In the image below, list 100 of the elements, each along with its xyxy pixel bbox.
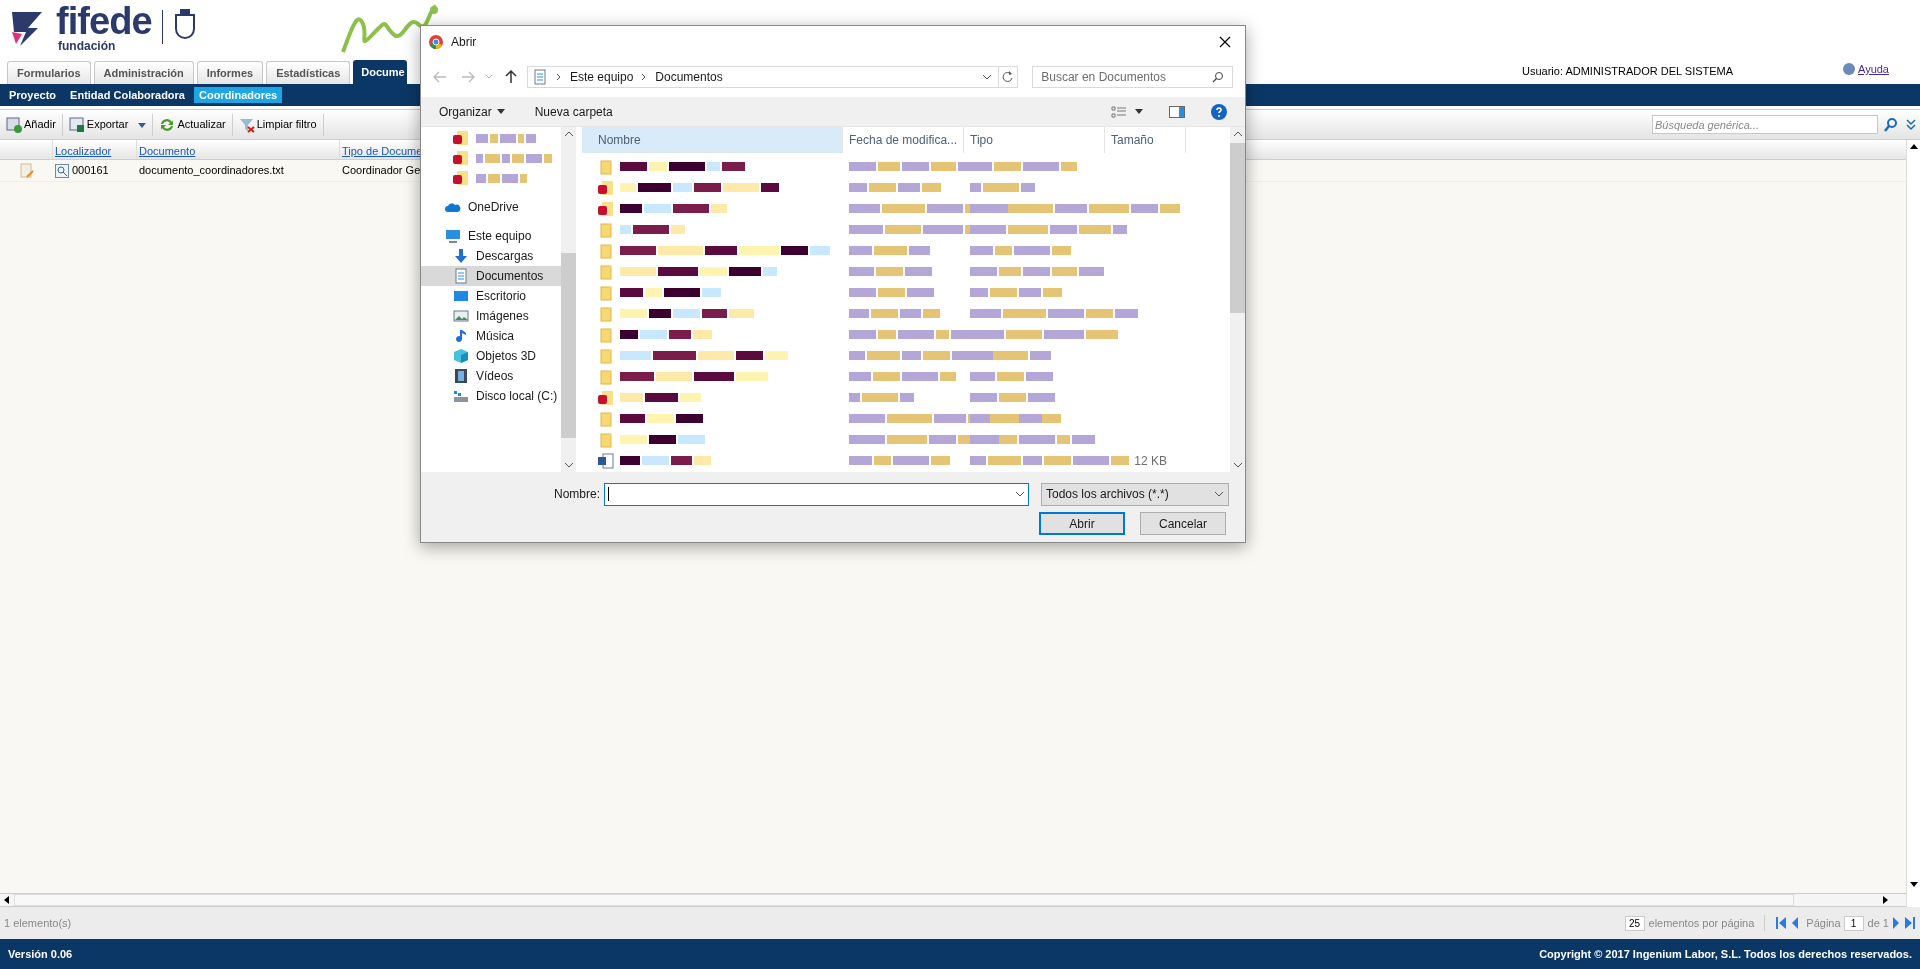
dialog-title: Abrir: [451, 33, 477, 51]
nav-tab[interactable]: Formularios: [7, 61, 91, 84]
view-options-icon[interactable]: [1111, 105, 1127, 118]
search-placeholder: Buscar en Documentos: [1041, 69, 1167, 86]
previous-page-icon[interactable]: [1790, 916, 1801, 930]
folder-icon: [598, 347, 614, 364]
obscured-text: [620, 225, 686, 234]
organize-button[interactable]: Organizar: [439, 102, 505, 121]
folder-icon: [598, 305, 614, 322]
caret-icon: [138, 120, 147, 129]
add-grid-icon: [6, 116, 22, 133]
folder-icon: [598, 263, 614, 280]
nav-tab[interactable]: Administración: [93, 61, 194, 84]
pdf-file-icon: [598, 389, 614, 406]
view-icon[interactable]: [55, 163, 69, 178]
new-folder-button[interactable]: Nueva carpeta: [534, 102, 613, 121]
film-icon: [453, 368, 469, 384]
pdf-file-icon: [598, 200, 614, 217]
caret-icon[interactable]: [1135, 109, 1143, 114]
toolbar-button[interactable]: Exportar: [66, 116, 149, 133]
nav-item[interactable]: Música: [421, 326, 561, 346]
nav-item[interactable]: Objetos 3D: [421, 346, 561, 366]
help-link[interactable]: Ayuda: [1858, 61, 1889, 78]
folder-icon: [598, 242, 614, 259]
scrollbar-thumb[interactable]: [1230, 143, 1245, 313]
close-icon[interactable]: [1219, 35, 1231, 48]
toolbar-button[interactable]: Actualizar: [157, 116, 228, 133]
nav-tab[interactable]: Informes: [196, 61, 264, 84]
nav-item[interactable]: Imágenes: [421, 306, 561, 326]
nav-item[interactable]: Escritorio: [421, 286, 561, 306]
table-cell-text: 000161: [72, 163, 109, 179]
music-note-icon: [453, 328, 469, 344]
browser-logo-icon: [429, 34, 443, 49]
address-bar[interactable]: Este equipo Documentos: [526, 66, 1019, 88]
open-button[interactable]: Abrir: [1039, 512, 1125, 535]
file-name-field[interactable]: [604, 482, 1029, 506]
column-header[interactable]: Documento: [137, 140, 340, 159]
copyright-text: Copyright © 2017 Ingenium Labor, S.L. Todos los derechos reservados.: [1539, 946, 1912, 962]
item-count: 1 elemento(s): [4, 915, 72, 931]
nav-tab[interactable]: Estadísticas: [266, 61, 351, 84]
folder-icon: [598, 158, 614, 175]
page-label: Página: [1806, 915, 1841, 931]
chevron-down-icon: [1214, 491, 1224, 497]
expand-icon[interactable]: [1906, 118, 1916, 131]
column-header[interactable]: Tipo: [964, 127, 1105, 153]
column-header[interactable]: Nombre: [582, 127, 843, 153]
breadcrumb-item[interactable]: Este equipo: [569, 68, 634, 86]
chevron-down-icon: [1015, 491, 1025, 497]
search-icon[interactable]: [1884, 117, 1898, 132]
version-text: Versión 0.06: [8, 946, 73, 962]
next-page-icon[interactable]: [1891, 916, 1901, 930]
nav-item[interactable]: Vídeos: [421, 366, 561, 386]
first-page-icon[interactable]: [1775, 916, 1788, 930]
breadcrumb-item[interactable]: Documentos: [655, 68, 723, 86]
file-size: 12 KB: [1134, 453, 1167, 468]
search-field[interactable]: Búsqueda genérica...: [1652, 115, 1878, 134]
nav-item[interactable]: Descargas: [421, 246, 561, 266]
preview-pane-icon[interactable]: [1169, 105, 1185, 118]
toolbar-button[interactable]: Limpiar filtro: [236, 116, 319, 133]
file-type-select[interactable]: Todos los archivos (*.*): [1041, 482, 1229, 506]
nav-item[interactable]: Disco local (C:): [421, 386, 561, 406]
obscured-text: [476, 133, 536, 143]
folder-icon: [598, 368, 614, 385]
help-icon[interactable]: [1211, 103, 1227, 120]
toolbar-button[interactable]: Añadir: [4, 116, 58, 133]
search-icon: [1212, 71, 1224, 83]
pdf-file-icon: [453, 150, 469, 166]
cube-icon: [453, 348, 469, 364]
table-cell-text: documento_coordinadores.txt: [138, 163, 285, 179]
nav-item[interactable]: Este equipo: [421, 226, 561, 246]
drive-icon: [453, 388, 469, 404]
brand-subtitle: fundación: [58, 40, 117, 52]
page-size-label: elementos por página: [1648, 915, 1755, 931]
table-cell-text: Coordinador Ge: [341, 163, 422, 179]
nav-item[interactable]: OneDrive: [421, 197, 561, 217]
folder-icon: [598, 284, 614, 301]
brand-name: fifede: [56, 2, 152, 40]
column-header[interactable]: Localizador: [53, 140, 137, 159]
computer-icon: [445, 228, 461, 244]
subnav-tab[interactable]: Proyecto: [4, 87, 62, 103]
clear-filter-icon: [238, 116, 255, 133]
up-arrow-icon[interactable]: [504, 70, 517, 84]
cancel-button[interactable]: Cancelar: [1140, 512, 1226, 535]
obscured-text: [476, 173, 527, 183]
nav-item[interactable]: Documentos: [421, 266, 561, 286]
nav-tab[interactable]: Docume: [353, 60, 407, 84]
scrollbar-thumb[interactable]: [561, 253, 576, 438]
search-field[interactable]: Buscar en Documentos: [1032, 66, 1233, 88]
spreadsheet-export-icon: [68, 116, 85, 133]
column-header[interactable]: Tamaño: [1105, 127, 1186, 153]
column-header[interactable]: Fecha de modifica...: [843, 127, 964, 153]
subnav-tab[interactable]: Entidad Colaboradora: [65, 87, 190, 103]
image-icon: [453, 308, 469, 324]
chevron-down-icon[interactable]: [982, 74, 993, 80]
desktop-icon: [453, 288, 469, 304]
page-field[interactable]: 1: [1843, 915, 1864, 931]
page-size-field[interactable]: 25: [1624, 915, 1645, 931]
refresh-icon: [159, 116, 176, 133]
file-row[interactable]: 12 KB: [582, 450, 1185, 471]
last-page-icon[interactable]: [1904, 916, 1916, 930]
